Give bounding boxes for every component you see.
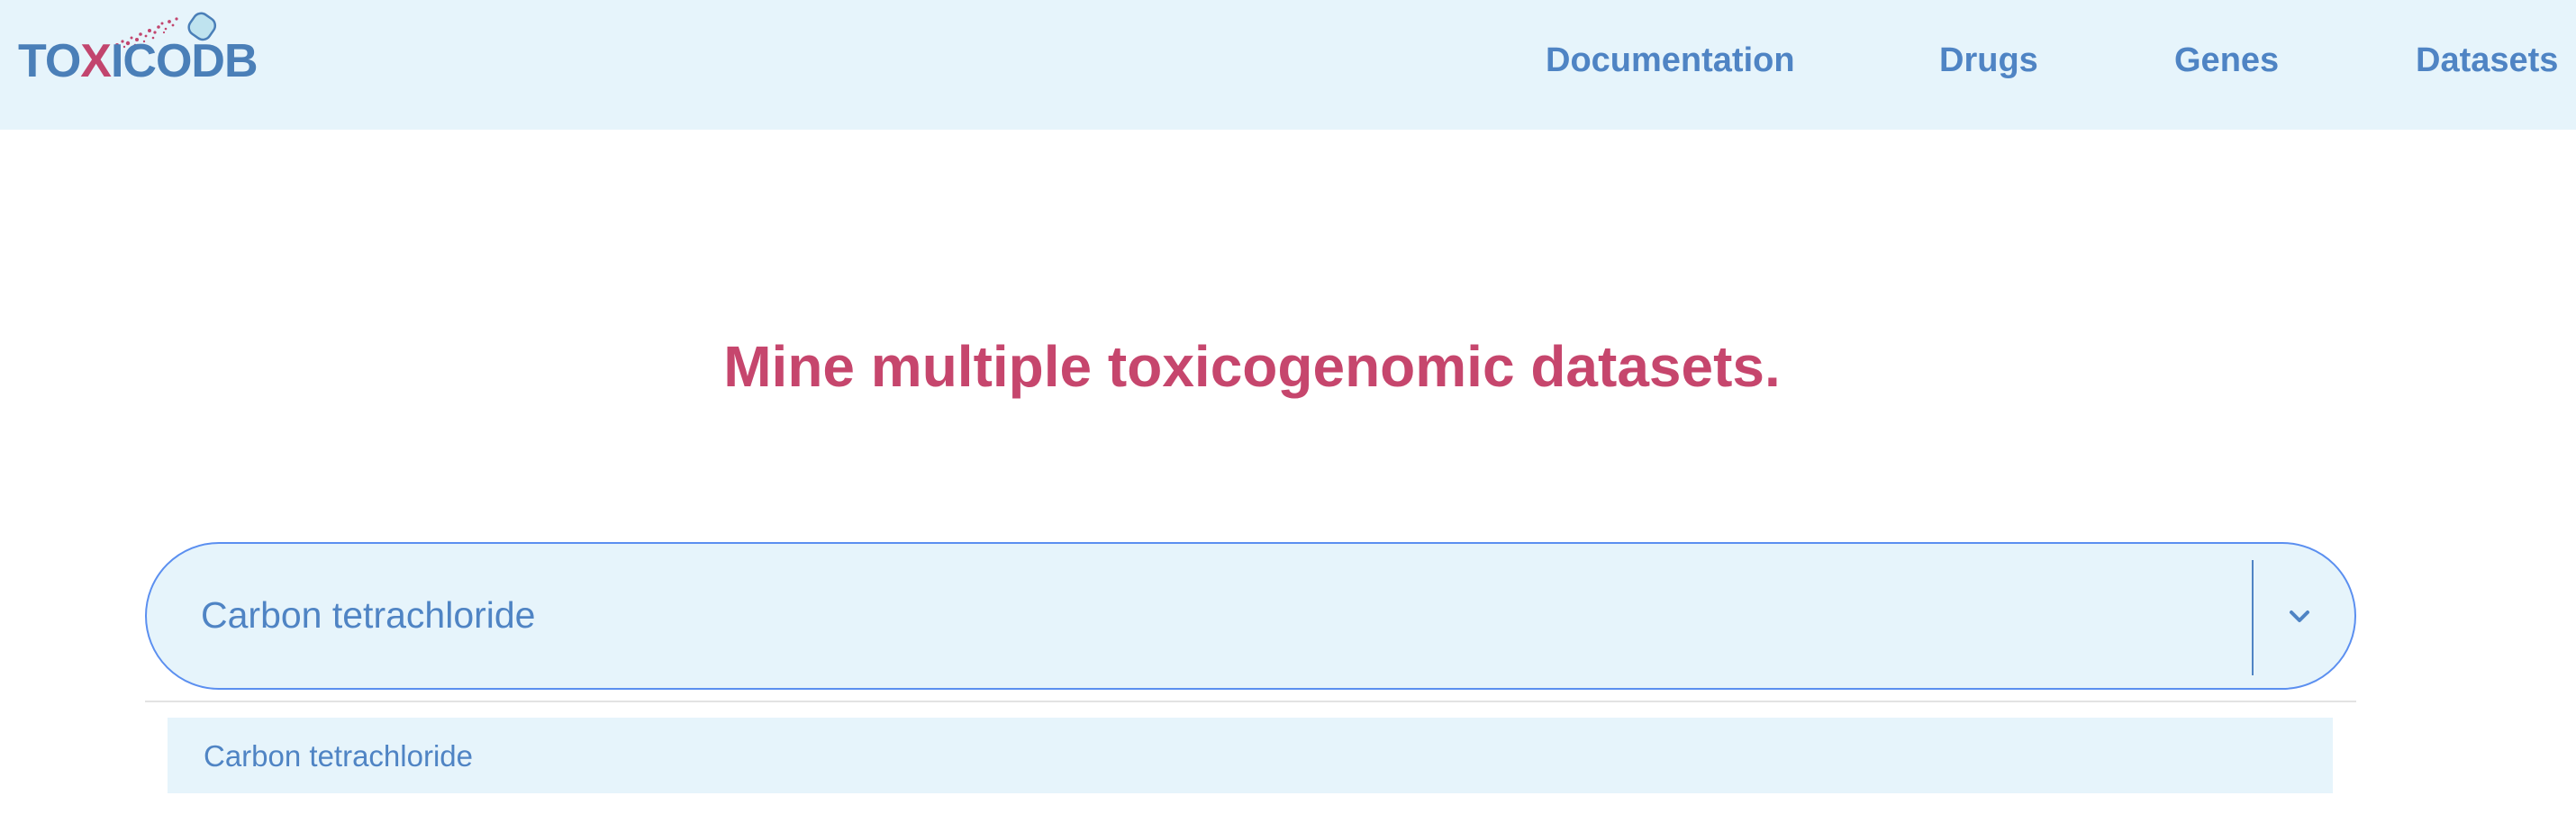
search-select[interactable]: Carbon tetrachloride bbox=[145, 542, 2356, 690]
dropdown-option-label[interactable]: Carbon tetrachloride bbox=[204, 739, 473, 773]
page-headline: Mine multiple toxicogenomic datasets. bbox=[723, 334, 1781, 399]
nav-documentation[interactable]: Documentation bbox=[1546, 41, 1795, 80]
search-select-value[interactable]: Carbon tetrachloride bbox=[201, 594, 535, 637]
toxicodb-logo[interactable]: TOXICODB bbox=[18, 0, 279, 130]
nav-datasets[interactable]: Datasets bbox=[2416, 41, 2558, 80]
nav-genes[interactable]: Genes bbox=[2174, 41, 2279, 80]
dropdown-option[interactable]: Carbon tetrachloride bbox=[168, 718, 2333, 793]
chevron-down-icon[interactable] bbox=[2277, 594, 2322, 639]
top-navbar: TOXICODB Documentation Drugs Genes Datas… bbox=[0, 0, 2576, 130]
dropdown-menu-border bbox=[145, 701, 2356, 702]
logo-prefix: TO bbox=[18, 35, 81, 87]
logo-x: X bbox=[80, 35, 112, 87]
nav-drugs[interactable]: Drugs bbox=[1939, 41, 2038, 80]
logo-suffix: ICODB bbox=[110, 35, 259, 87]
logo-wordmark: TOXICODB bbox=[18, 34, 259, 88]
select-indicator-separator bbox=[2252, 560, 2254, 675]
